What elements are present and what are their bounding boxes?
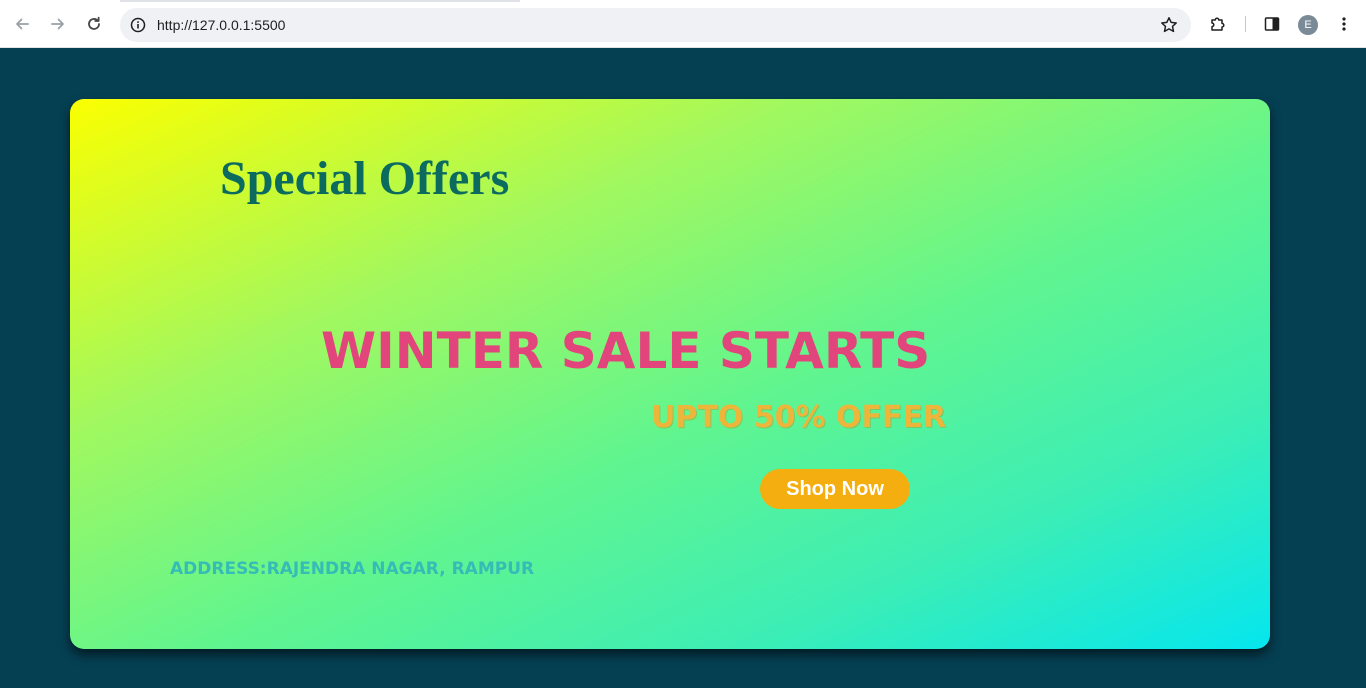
page-title: Special Offers [220, 152, 510, 205]
browser-toolbar: http://127.0.0.1:5500 E [0, 0, 1366, 48]
extensions-button[interactable] [1206, 12, 1230, 36]
active-tab-edge [120, 0, 520, 2]
star-icon[interactable] [1159, 15, 1179, 35]
url-text[interactable]: http://127.0.0.1:5500 [157, 8, 285, 42]
puzzle-icon [1211, 17, 1225, 31]
back-button[interactable] [10, 12, 34, 36]
forward-button[interactable] [46, 12, 70, 36]
toolbar-divider [1245, 16, 1246, 32]
arrow-left-icon [16, 18, 29, 30]
side-panel-button[interactable] [1260, 12, 1284, 36]
sale-headline: WINTER SALE STARTS [321, 322, 931, 380]
info-icon[interactable] [129, 16, 147, 34]
offer-card: Special Offers WINTER SALE STARTS UPTO 5… [70, 99, 1270, 649]
address-text: ADDRESS:RAJENDRA NAGAR, RAMPUR [170, 559, 535, 579]
kebab-menu-icon [1342, 17, 1346, 31]
profile-avatar[interactable]: E [1298, 15, 1318, 35]
offer-text: UPTO 50% OFFER [651, 400, 947, 435]
reload-icon [88, 16, 100, 30]
shop-now-button[interactable]: Shop Now [760, 469, 910, 509]
address-bar[interactable]: http://127.0.0.1:5500 [120, 8, 1191, 42]
arrow-right-icon [51, 18, 64, 30]
side-panel-icon [1264, 17, 1280, 31]
reload-button[interactable] [82, 12, 106, 36]
menu-button[interactable] [1332, 12, 1356, 36]
